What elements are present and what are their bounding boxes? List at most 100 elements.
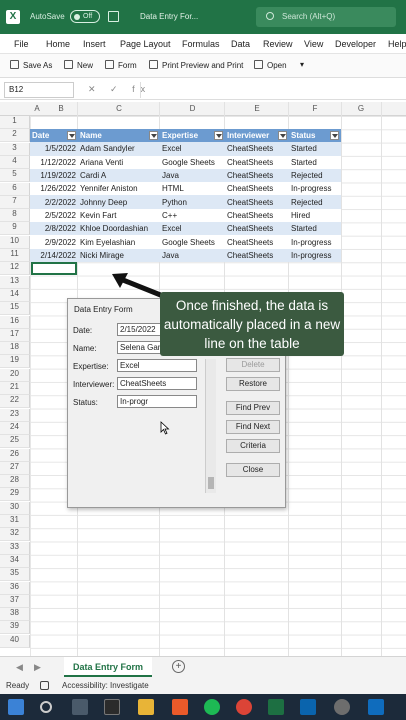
table-cell[interactable]: Nicki Mirage <box>78 248 160 262</box>
column-header-a[interactable]: A <box>30 104 44 113</box>
name-box[interactable]: B12 <box>4 82 74 98</box>
table-cell[interactable]: Started <box>289 142 341 156</box>
menu-data[interactable]: Data <box>231 39 250 49</box>
table-cell[interactable]: In-progress <box>289 182 341 196</box>
row-header[interactable]: 8 <box>0 209 30 223</box>
table-cell[interactable]: 2/5/2022 <box>30 208 78 223</box>
row-header[interactable]: 18 <box>0 342 30 356</box>
row-header[interactable]: 40 <box>0 634 30 648</box>
column-header-g[interactable]: G <box>341 104 381 113</box>
row-header[interactable]: 39 <box>0 621 30 635</box>
app-icon[interactable] <box>334 699 350 715</box>
row-header[interactable]: 2 <box>0 129 30 143</box>
menu-formulas[interactable]: Formulas <box>182 39 220 49</box>
row-header[interactable]: 28 <box>0 475 30 489</box>
save-icon[interactable] <box>108 11 119 22</box>
table-cell[interactable]: CheatSheets <box>225 182 289 196</box>
row-header[interactable]: 31 <box>0 515 30 528</box>
filter-dropdown-icon[interactable] <box>67 131 76 140</box>
row-header[interactable]: 10 <box>0 235 30 249</box>
row-header[interactable]: 37 <box>0 594 30 608</box>
file-explorer-icon[interactable] <box>138 699 154 715</box>
column-header-b[interactable]: B <box>44 104 78 113</box>
row-header[interactable]: 35 <box>0 568 30 582</box>
next-sheet-icon[interactable]: ▶ <box>34 662 41 673</box>
table-cell[interactable]: CheatSheets <box>225 168 289 183</box>
row-header[interactable]: 11 <box>0 249 30 262</box>
prev-sheet-icon[interactable]: ◀ <box>16 662 23 673</box>
macro-record-icon[interactable] <box>40 681 49 690</box>
table-cell[interactable]: 1/5/2022 <box>30 142 78 156</box>
menu-file[interactable]: File <box>14 39 29 49</box>
table-cell[interactable]: 1/12/2022 <box>30 155 78 169</box>
row-header[interactable]: 26 <box>0 448 30 462</box>
table-cell[interactable]: CheatSheets <box>225 142 289 156</box>
row-header[interactable]: 7 <box>0 195 30 209</box>
restore-button[interactable]: Restore <box>226 377 280 391</box>
save-as-button[interactable]: Save As <box>10 60 52 70</box>
row-header[interactable]: 27 <box>0 461 30 475</box>
table-cell[interactable]: Started <box>289 222 341 236</box>
filter-dropdown-icon[interactable] <box>214 131 223 140</box>
menu-help[interactable]: Help <box>388 39 406 49</box>
row-header[interactable]: 14 <box>0 288 30 302</box>
search-box[interactable]: Search (Alt+Q) <box>256 7 396 27</box>
table-cell[interactable]: CheatSheets <box>225 248 289 262</box>
selected-cell-b12[interactable] <box>31 262 77 275</box>
taskbar-search-icon[interactable] <box>40 701 52 713</box>
interviewer-field[interactable]: CheatSheets <box>117 377 197 390</box>
new-button[interactable]: New <box>64 60 93 70</box>
close-button[interactable]: Close <box>226 463 280 477</box>
find-next-button[interactable]: Find Next <box>226 420 280 434</box>
table-cell[interactable]: Google Sheets <box>160 155 225 169</box>
spotify-icon[interactable] <box>204 699 220 715</box>
table-cell[interactable]: Yennifer Aniston <box>78 182 160 196</box>
find-prev-button[interactable]: Find Prev <box>226 401 280 415</box>
table-cell[interactable]: In-progress <box>289 235 341 249</box>
expertise-field[interactable]: Excel <box>117 359 197 372</box>
table-cell[interactable]: CheatSheets <box>225 195 289 209</box>
table-cell[interactable]: Rejected <box>289 195 341 209</box>
row-header[interactable]: 21 <box>0 382 30 395</box>
table-cell[interactable]: CheatSheets <box>225 222 289 236</box>
filter-dropdown-icon[interactable] <box>330 131 339 140</box>
table-cell[interactable]: Excel <box>160 142 225 156</box>
table-cell[interactable]: Cardi A <box>78 168 160 183</box>
table-cell[interactable]: In-progress <box>289 248 341 262</box>
row-header[interactable]: 1 <box>0 116 30 129</box>
table-cell[interactable]: 2/8/2022 <box>30 222 78 236</box>
table-cell[interactable]: Johnny Deep <box>78 195 160 209</box>
filter-dropdown-icon[interactable] <box>149 131 158 140</box>
accessibility-status[interactable]: Accessibility: Investigate <box>62 681 149 690</box>
add-sheet-button[interactable]: + <box>172 660 185 673</box>
menu-review[interactable]: Review <box>263 39 293 49</box>
scrollbar-thumb[interactable] <box>208 477 214 489</box>
table-cell[interactable]: 1/19/2022 <box>30 168 78 183</box>
row-header[interactable]: 15 <box>0 302 30 316</box>
filter-dropdown-icon[interactable] <box>278 131 287 140</box>
row-header[interactable]: 19 <box>0 355 30 369</box>
row-header[interactable]: 5 <box>0 169 30 183</box>
table-cell[interactable]: Adam Sandyler <box>78 142 160 156</box>
menu-developer[interactable]: Developer <box>335 39 376 49</box>
row-header[interactable]: 34 <box>0 554 30 568</box>
row-header[interactable]: 36 <box>0 581 30 595</box>
table-cell[interactable]: HTML <box>160 182 225 196</box>
header-interviewer[interactable]: Interviewer <box>225 129 289 143</box>
row-header[interactable]: 22 <box>0 395 30 409</box>
menu-view[interactable]: View <box>304 39 323 49</box>
row-header[interactable]: 30 <box>0 501 30 515</box>
menu-insert[interactable]: Insert <box>83 39 106 49</box>
table-cell[interactable]: 2/9/2022 <box>30 235 78 249</box>
table-cell[interactable]: 2/2/2022 <box>30 195 78 209</box>
status-field[interactable]: In-progr <box>117 395 197 408</box>
excel-taskbar-icon[interactable] <box>268 699 284 715</box>
form-button[interactable]: Form <box>105 60 137 70</box>
record-scrollbar[interactable] <box>205 359 216 493</box>
column-header-c[interactable]: C <box>78 104 160 113</box>
criteria-button[interactable]: Criteria <box>226 439 280 453</box>
table-cell[interactable]: Java <box>160 248 225 262</box>
task-view-icon[interactable] <box>72 699 88 715</box>
table-cell[interactable]: Excel <box>160 222 225 236</box>
table-cell[interactable]: Ariana Venti <box>78 155 160 169</box>
